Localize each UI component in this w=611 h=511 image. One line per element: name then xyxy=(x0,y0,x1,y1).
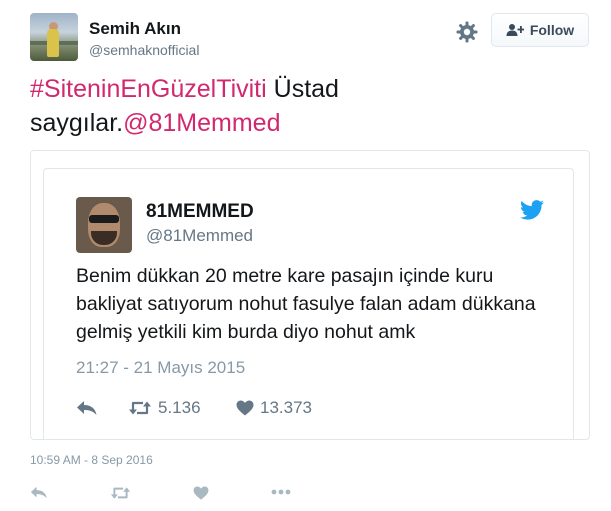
quoted-author-avatar[interactable] xyxy=(76,197,132,253)
gear-icon[interactable] xyxy=(455,20,479,44)
quoted-author-name[interactable]: 81MEMMED xyxy=(146,201,254,223)
heart-icon[interactable] xyxy=(193,486,209,500)
quoted-like-count: 13.373 xyxy=(260,398,312,417)
follow-button[interactable]: Follow xyxy=(491,13,589,47)
quoted-tweet-timestamp[interactable]: 21:27 - 21 Mayıs 2015 xyxy=(76,358,245,378)
quoted-like-button[interactable]: 13.373 xyxy=(236,398,312,418)
mention-link[interactable]: @81Memmed xyxy=(123,109,280,137)
author-avatar[interactable] xyxy=(30,13,78,61)
author-handle[interactable]: @semhaknofficial xyxy=(89,42,199,58)
author-name[interactable]: Semih Akın xyxy=(89,19,181,39)
twitter-bird-icon[interactable] xyxy=(520,200,544,220)
quoted-reply-button[interactable] xyxy=(76,400,128,416)
tweet-timestamp[interactable]: 10:59 AM - 8 Sep 2016 xyxy=(30,453,153,467)
quoted-retweet-count: 5.136 xyxy=(158,398,201,417)
quoted-tweet-actions: 5.136 13.373 xyxy=(76,396,312,420)
quoted-author-handle[interactable]: @81Memmed xyxy=(146,226,253,246)
more-dots-icon[interactable] xyxy=(271,489,291,495)
retweet-icon xyxy=(129,401,151,415)
reply-icon xyxy=(77,401,97,415)
quoted-tweet-text: Benim dükkan 20 metre kare pasajın içind… xyxy=(76,265,536,343)
heart-icon xyxy=(236,400,254,416)
retweet-icon[interactable] xyxy=(110,486,131,500)
add-user-icon xyxy=(506,24,524,36)
avatar-glasses xyxy=(89,215,119,223)
quoted-retweet-button[interactable]: 5.136 xyxy=(128,398,236,418)
follow-button-label: Follow xyxy=(529,22,575,38)
avatar-figure xyxy=(47,29,59,57)
reply-icon[interactable] xyxy=(30,486,48,499)
hashtag-link[interactable]: #SiteninEnGüzelTiviti xyxy=(30,75,267,103)
tweet-text: #SiteninEnGüzelTiviti Üstad saygılar.@81… xyxy=(30,72,590,140)
